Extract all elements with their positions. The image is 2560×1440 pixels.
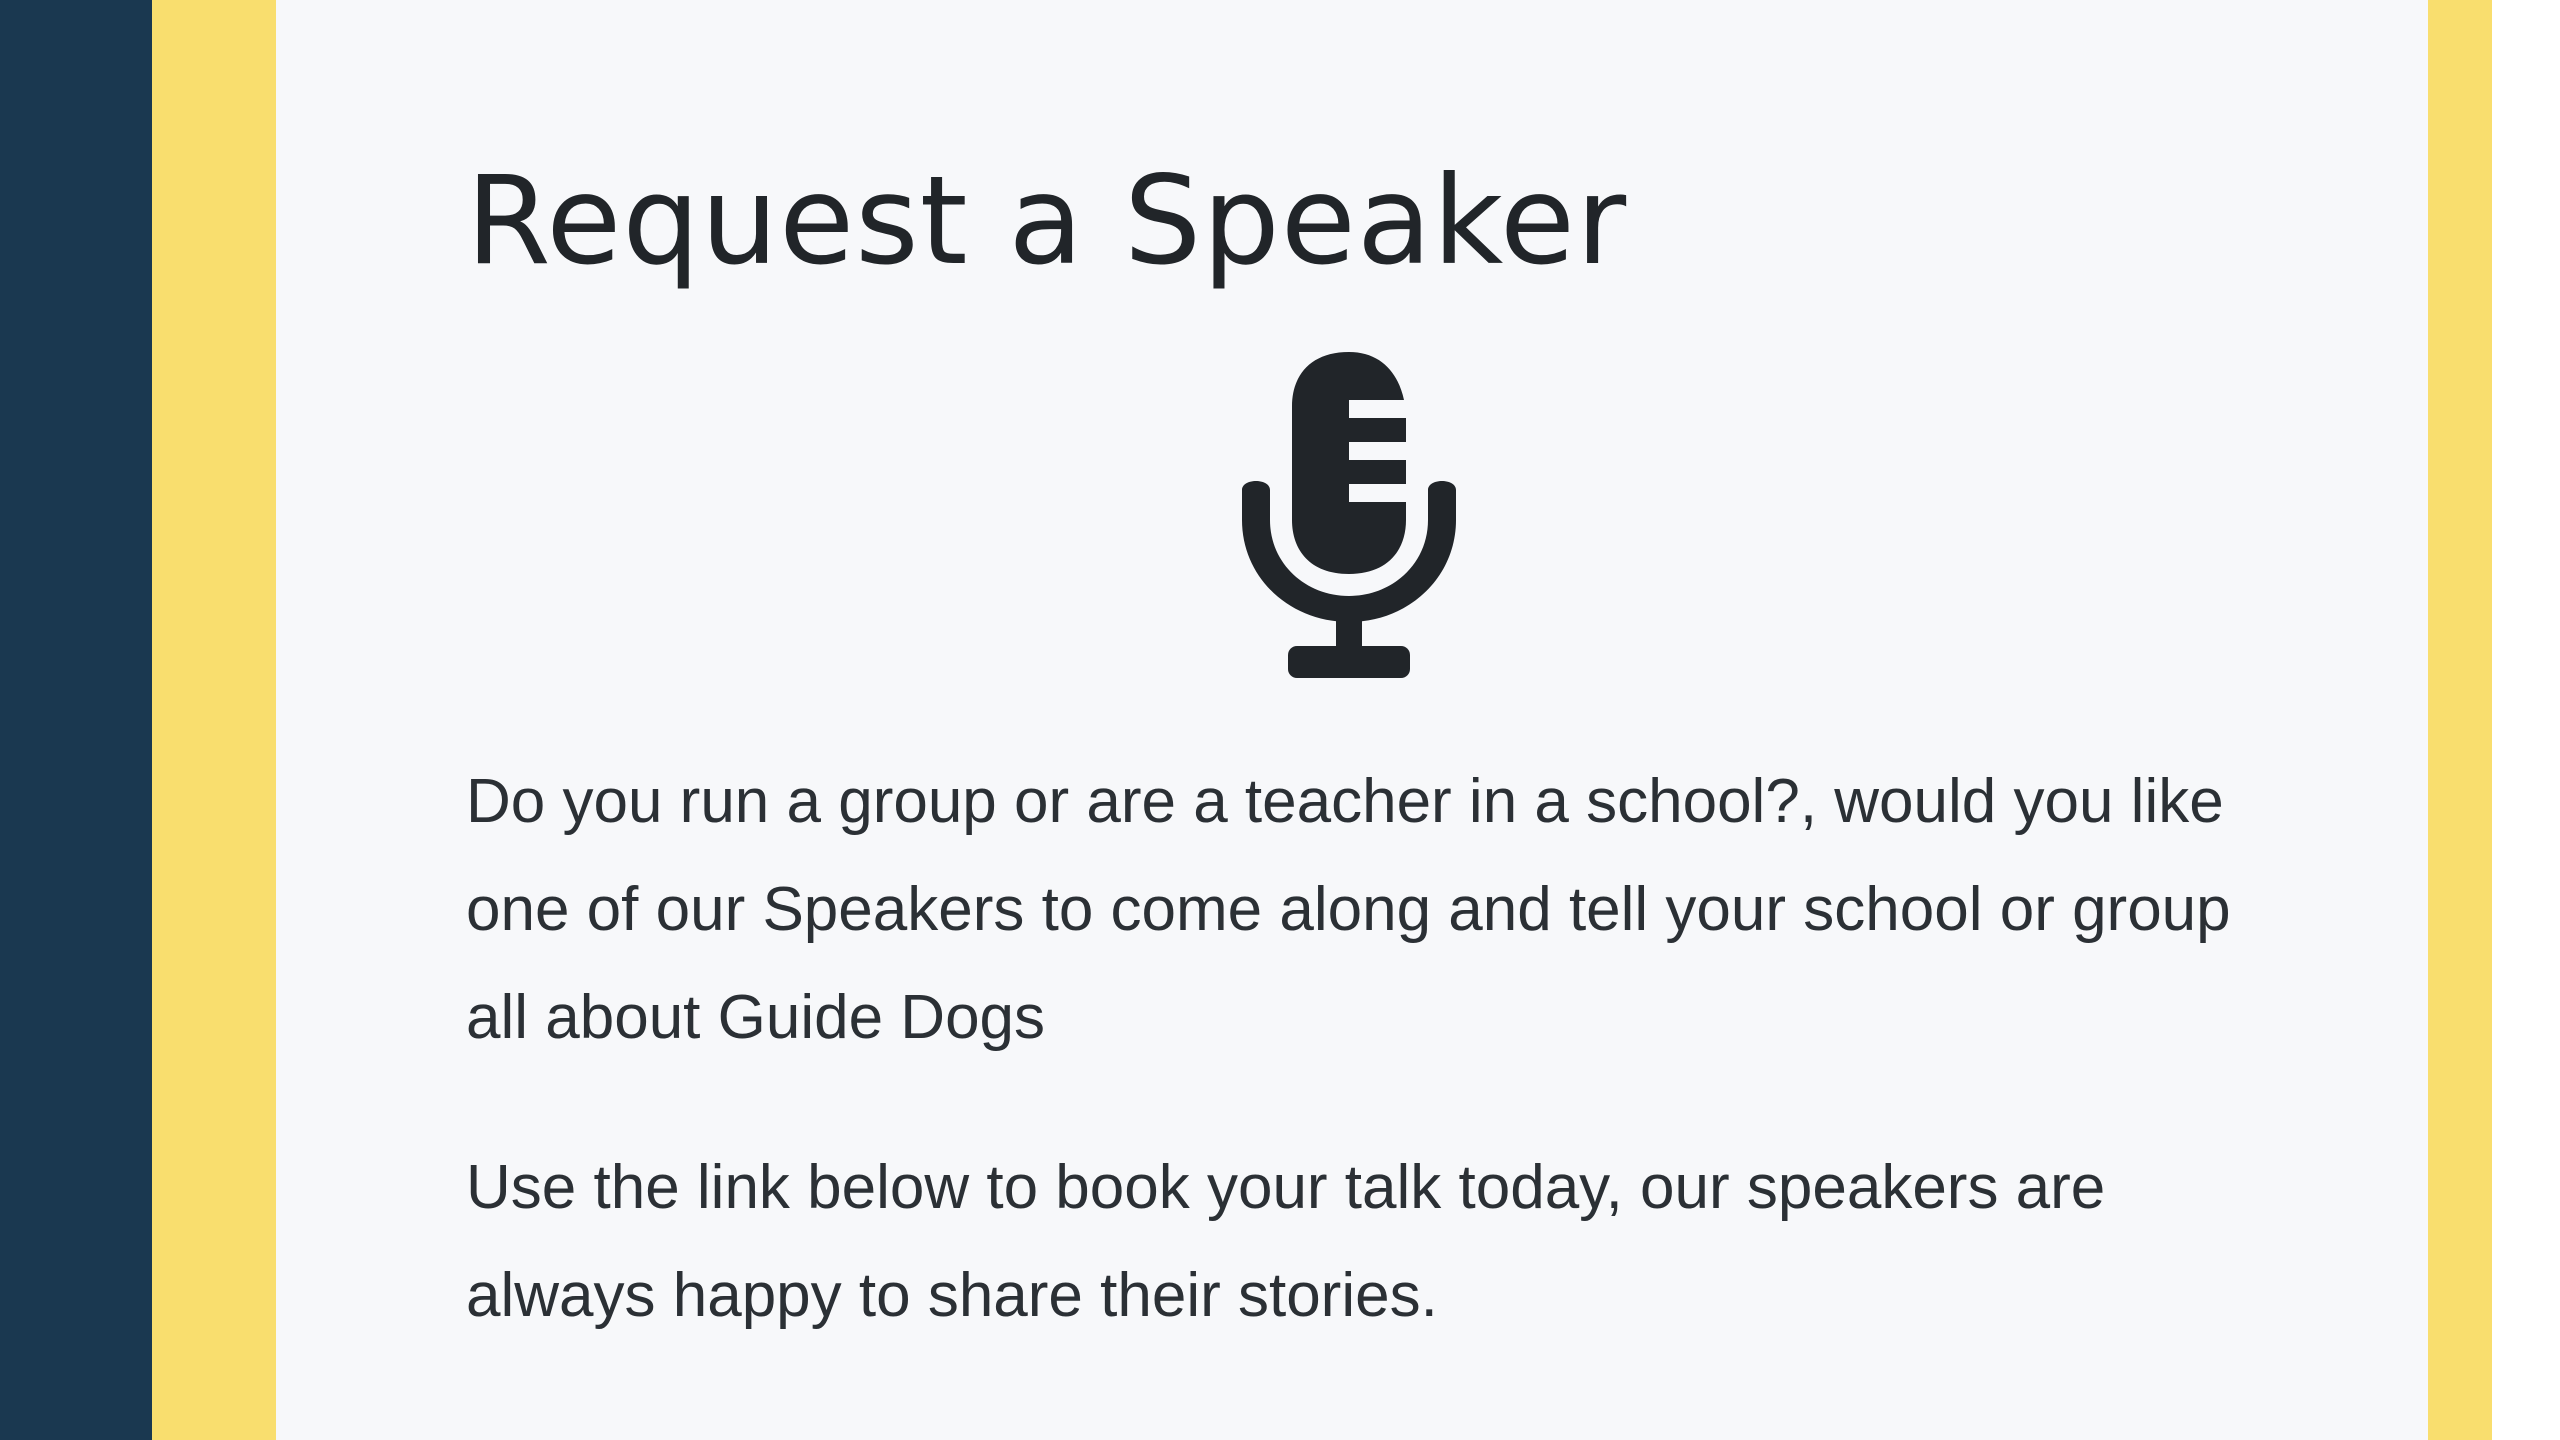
- microphone-icon: [1241, 352, 1456, 679]
- booking-paragraph: Use the link below to book your talk tod…: [466, 1153, 2106, 1331]
- sidebar-strip: [0, 0, 152, 1440]
- request-speaker-card: Request a Speaker Do you run a group or …: [276, 0, 2428, 1440]
- page: Request a Speaker Do you run a group or …: [0, 0, 2560, 1440]
- card-content: Request a Speaker Do you run a group or …: [466, 148, 2266, 1350]
- icon-container: [466, 352, 2231, 679]
- intro-paragraph: Do you run a group or are a teacher in a…: [466, 767, 2231, 1053]
- page-title: Request a Speaker: [466, 150, 1628, 292]
